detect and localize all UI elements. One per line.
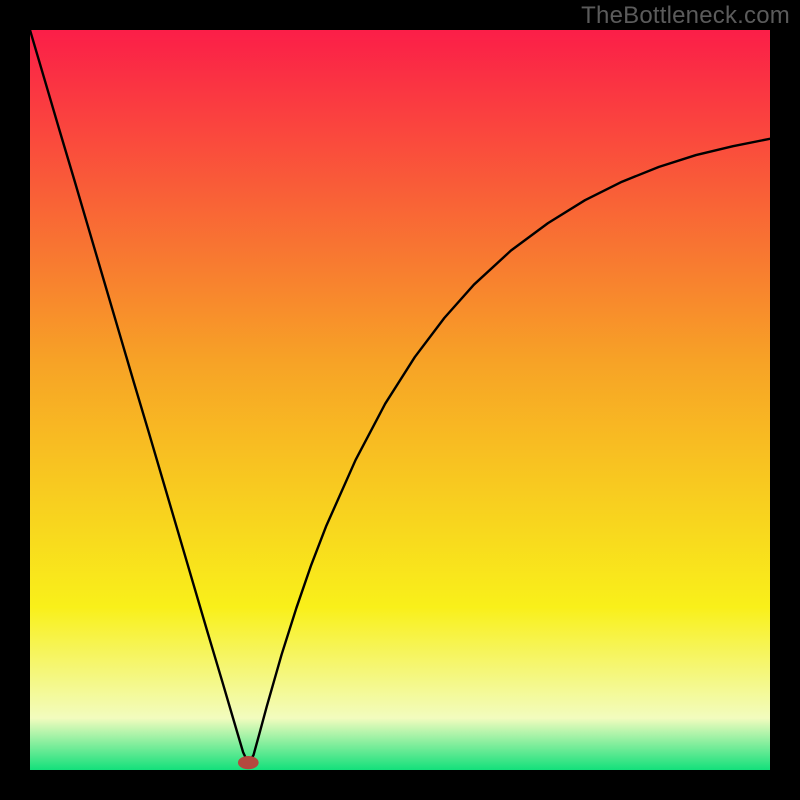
watermark-text: TheBottleneck.com <box>581 2 790 30</box>
gradient-background <box>30 30 770 770</box>
bottleneck-chart-svg <box>30 30 770 770</box>
chart-frame: TheBottleneck.com <box>0 0 800 800</box>
plot-area <box>30 30 770 770</box>
optimal-point-marker <box>238 756 259 769</box>
